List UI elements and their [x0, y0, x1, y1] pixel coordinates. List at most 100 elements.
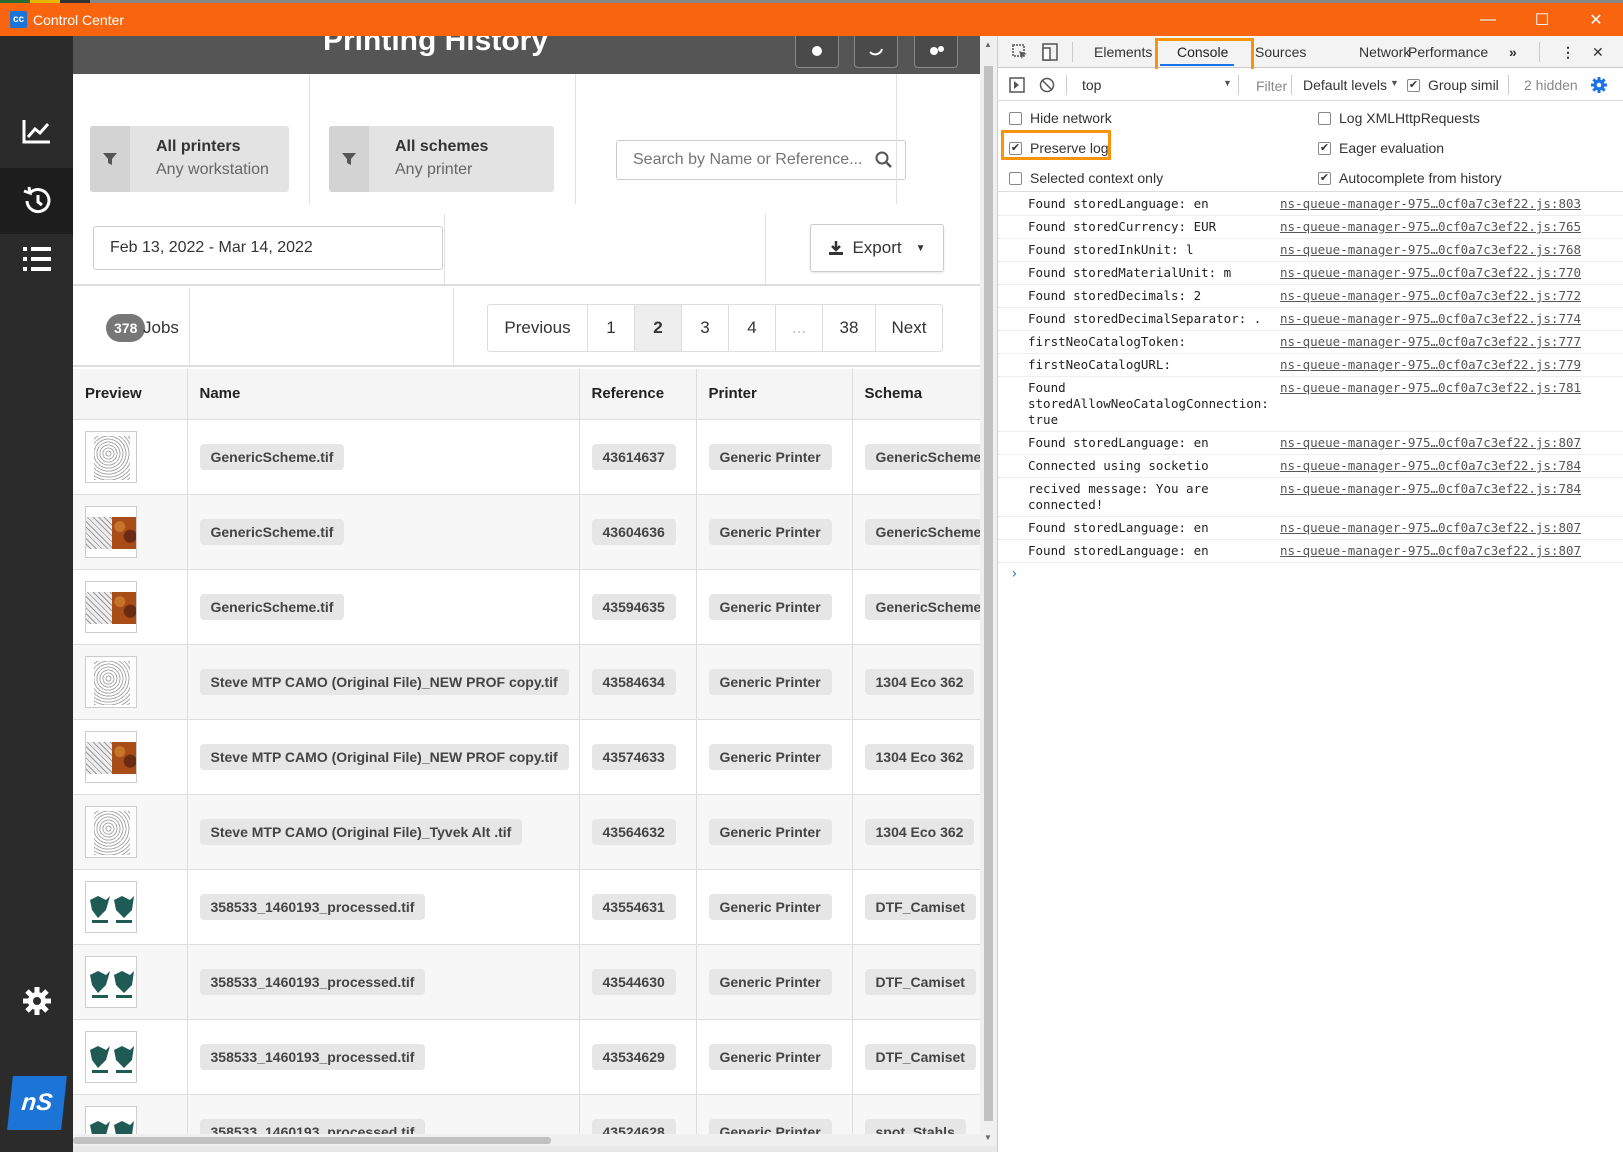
console-source-link[interactable]: ns-queue-manager-975…0cf0a7c3ef22.js:781: [1280, 380, 1581, 396]
console-source-link[interactable]: ns-queue-manager-975…0cf0a7c3ef22.js:770: [1280, 265, 1581, 281]
close-devtools-icon[interactable]: ✕: [1592, 44, 1604, 61]
console-source-link[interactable]: ns-queue-manager-975…0cf0a7c3ef22.js:784: [1280, 481, 1581, 497]
scrollbar-thumb[interactable]: [984, 66, 993, 1121]
job-thumbnail[interactable]: [85, 1030, 137, 1083]
console-source-link[interactable]: ns-queue-manager-975…0cf0a7c3ef22.js:807: [1280, 543, 1581, 559]
tab-performance[interactable]: Performance: [1408, 44, 1488, 60]
table-row[interactable]: 358533_1460193_processed.tif 43544630 Gene…: [73, 944, 980, 1020]
header-refresh-button[interactable]: [854, 36, 898, 68]
nav-history[interactable]: [0, 168, 73, 234]
table-row[interactable]: GenericScheme.tif 43614637 Generic Printer…: [73, 419, 980, 495]
scrollbar-thumb[interactable]: [73, 1137, 551, 1144]
page-button[interactable]: 38: [822, 305, 875, 351]
nav-dashboard[interactable]: [0, 98, 73, 164]
column-header-printer[interactable]: Printer: [696, 369, 853, 420]
previous-page-button[interactable]: Previous: [488, 305, 587, 351]
tab-network[interactable]: Network: [1359, 44, 1410, 60]
job-thumbnail[interactable]: [85, 805, 137, 858]
page-button[interactable]: 3: [681, 305, 728, 351]
scheme-filter-button[interactable]: All schemes Any printer: [329, 126, 554, 192]
table-row[interactable]: 358533_1460193_processed.tif 43534629 Gene…: [73, 1019, 980, 1095]
job-thumbnail[interactable]: [85, 730, 137, 783]
job-name[interactable]: Steve MTP CAMO (Original File)_NEW PROF …: [199, 668, 569, 695]
job-thumbnail[interactable]: [85, 955, 137, 1008]
console-source-link[interactable]: ns-queue-manager-975…0cf0a7c3ef22.js:772: [1280, 288, 1581, 304]
page-button[interactable]: 1: [587, 305, 634, 351]
job-thumbnail[interactable]: [85, 580, 137, 633]
group-similar-checkbox[interactable]: ✔ Group simil: [1407, 77, 1499, 93]
printer-filter-button[interactable]: All printers Any workstation: [90, 126, 289, 192]
job-name[interactable]: GenericScheme.tif: [199, 518, 345, 545]
minimize-button[interactable]: —: [1461, 3, 1515, 36]
console-source-link[interactable]: ns-queue-manager-975…0cf0a7c3ef22.js:779: [1280, 357, 1581, 373]
scroll-up-arrow[interactable]: ▲: [984, 40, 992, 49]
page-button[interactable]: 4: [728, 305, 775, 351]
nav-queue[interactable]: [0, 226, 73, 292]
kebab-menu-icon[interactable]: ⋮: [1561, 44, 1575, 61]
tab-sources[interactable]: Sources: [1255, 44, 1306, 60]
more-tabs-button[interactable]: »: [1509, 44, 1517, 60]
job-thumbnail[interactable]: [85, 505, 137, 558]
console-source-link[interactable]: ns-queue-manager-975…0cf0a7c3ef22.js:807: [1280, 435, 1581, 451]
vertical-scrollbar[interactable]: ▲ ▼: [980, 36, 997, 1146]
console-source-link[interactable]: ns-queue-manager-975…0cf0a7c3ef22.js:803: [1280, 196, 1581, 212]
next-page-button[interactable]: Next: [875, 305, 942, 351]
console-source-link[interactable]: ns-queue-manager-975…0cf0a7c3ef22.js:807: [1280, 520, 1581, 536]
table-row[interactable]: Steve MTP CAMO (Original File)_NEW PROF …: [73, 719, 980, 795]
page-button-active[interactable]: 2: [634, 305, 681, 351]
job-thumbnail[interactable]: [85, 880, 137, 933]
job-name[interactable]: 358533_1460193_processed.tif: [199, 1043, 426, 1070]
job-name[interactable]: GenericScheme.tif: [199, 443, 345, 470]
console-prompt-line[interactable]: ›: [998, 563, 1623, 586]
job-thumbnail[interactable]: [85, 430, 137, 483]
clear-console-icon[interactable]: [1039, 77, 1055, 93]
job-thumbnail[interactable]: [85, 655, 137, 708]
console-source-link[interactable]: ns-queue-manager-975…0cf0a7c3ef22.js:784: [1280, 458, 1581, 474]
table-row[interactable]: 358533_1460193_processed.tif 43554631 Gene…: [73, 869, 980, 945]
log-xhr-checkbox[interactable]: Log XMLHttpRequests: [1318, 110, 1480, 126]
search-icon[interactable]: [875, 151, 893, 169]
log-levels-select[interactable]: Default levels: [1303, 77, 1387, 93]
inspect-element-icon[interactable]: [1012, 44, 1028, 60]
job-name[interactable]: 358533_1460193_processed.tif: [199, 968, 426, 995]
header-settings-button[interactable]: [914, 36, 958, 68]
job-name[interactable]: 358533_1460193_processed.tif: [199, 893, 426, 920]
table-row[interactable]: Steve MTP CAMO (Original File)_Tyvek Alt…: [73, 794, 980, 870]
sidebar-toggle-icon[interactable]: [1009, 77, 1025, 93]
filter-input[interactable]: Filter: [1256, 78, 1287, 94]
job-printer: Generic Printer: [708, 743, 832, 770]
console-source-link[interactable]: ns-queue-manager-975…0cf0a7c3ef22.js:777: [1280, 334, 1581, 350]
eager-evaluation-checkbox[interactable]: ✔ Eager evaluation: [1318, 140, 1444, 156]
column-header-preview[interactable]: Preview: [73, 369, 188, 420]
console-source-link[interactable]: ns-queue-manager-975…0cf0a7c3ef22.js:768: [1280, 242, 1581, 258]
column-header-name[interactable]: Name: [187, 369, 580, 420]
date-range-input[interactable]: Feb 13, 2022 - Mar 14, 2022: [93, 226, 443, 270]
table-row[interactable]: GenericScheme.tif 43594635 Generic Printer…: [73, 569, 980, 645]
console-settings-icon[interactable]: [1590, 76, 1608, 94]
console-prompt[interactable]: ›: [1010, 566, 1018, 582]
tab-elements[interactable]: Elements: [1094, 44, 1152, 60]
job-name[interactable]: Steve MTP CAMO (Original File)_Tyvek Alt…: [199, 818, 523, 845]
job-name[interactable]: GenericScheme.tif: [199, 593, 345, 620]
nav-settings[interactable]: [0, 968, 73, 1034]
selected-context-checkbox[interactable]: Selected context only: [1009, 170, 1163, 186]
column-header-schema[interactable]: Schema: [852, 369, 980, 420]
hide-network-checkbox[interactable]: Hide network: [1009, 110, 1112, 126]
console-source-link[interactable]: ns-queue-manager-975…0cf0a7c3ef22.js:765: [1280, 219, 1581, 235]
console-source-link[interactable]: ns-queue-manager-975…0cf0a7c3ef22.js:774: [1280, 311, 1581, 327]
console-message-text: Found storedLanguage: en: [1028, 543, 1209, 558]
table-row[interactable]: Steve MTP CAMO (Original File)_NEW PROF …: [73, 644, 980, 720]
device-toolbar-icon[interactable]: [1042, 43, 1058, 61]
table-row[interactable]: GenericScheme.tif 43604636 Generic Printer…: [73, 494, 980, 570]
search-input[interactable]: [617, 141, 867, 179]
horizontal-scrollbar[interactable]: [73, 1134, 980, 1146]
export-button[interactable]: Export ▼: [810, 224, 944, 272]
maximize-button[interactable]: ☐: [1515, 3, 1569, 36]
job-name[interactable]: Steve MTP CAMO (Original File)_NEW PROF …: [199, 743, 569, 770]
scroll-down-arrow[interactable]: ▼: [984, 1133, 992, 1142]
header-printer-button[interactable]: [795, 36, 839, 68]
context-select[interactable]: top: [1082, 77, 1101, 93]
column-header-reference[interactable]: Reference: [579, 369, 697, 420]
autocomplete-history-checkbox[interactable]: ✔ Autocomplete from history: [1318, 170, 1502, 186]
close-button[interactable]: ✕: [1569, 3, 1623, 36]
